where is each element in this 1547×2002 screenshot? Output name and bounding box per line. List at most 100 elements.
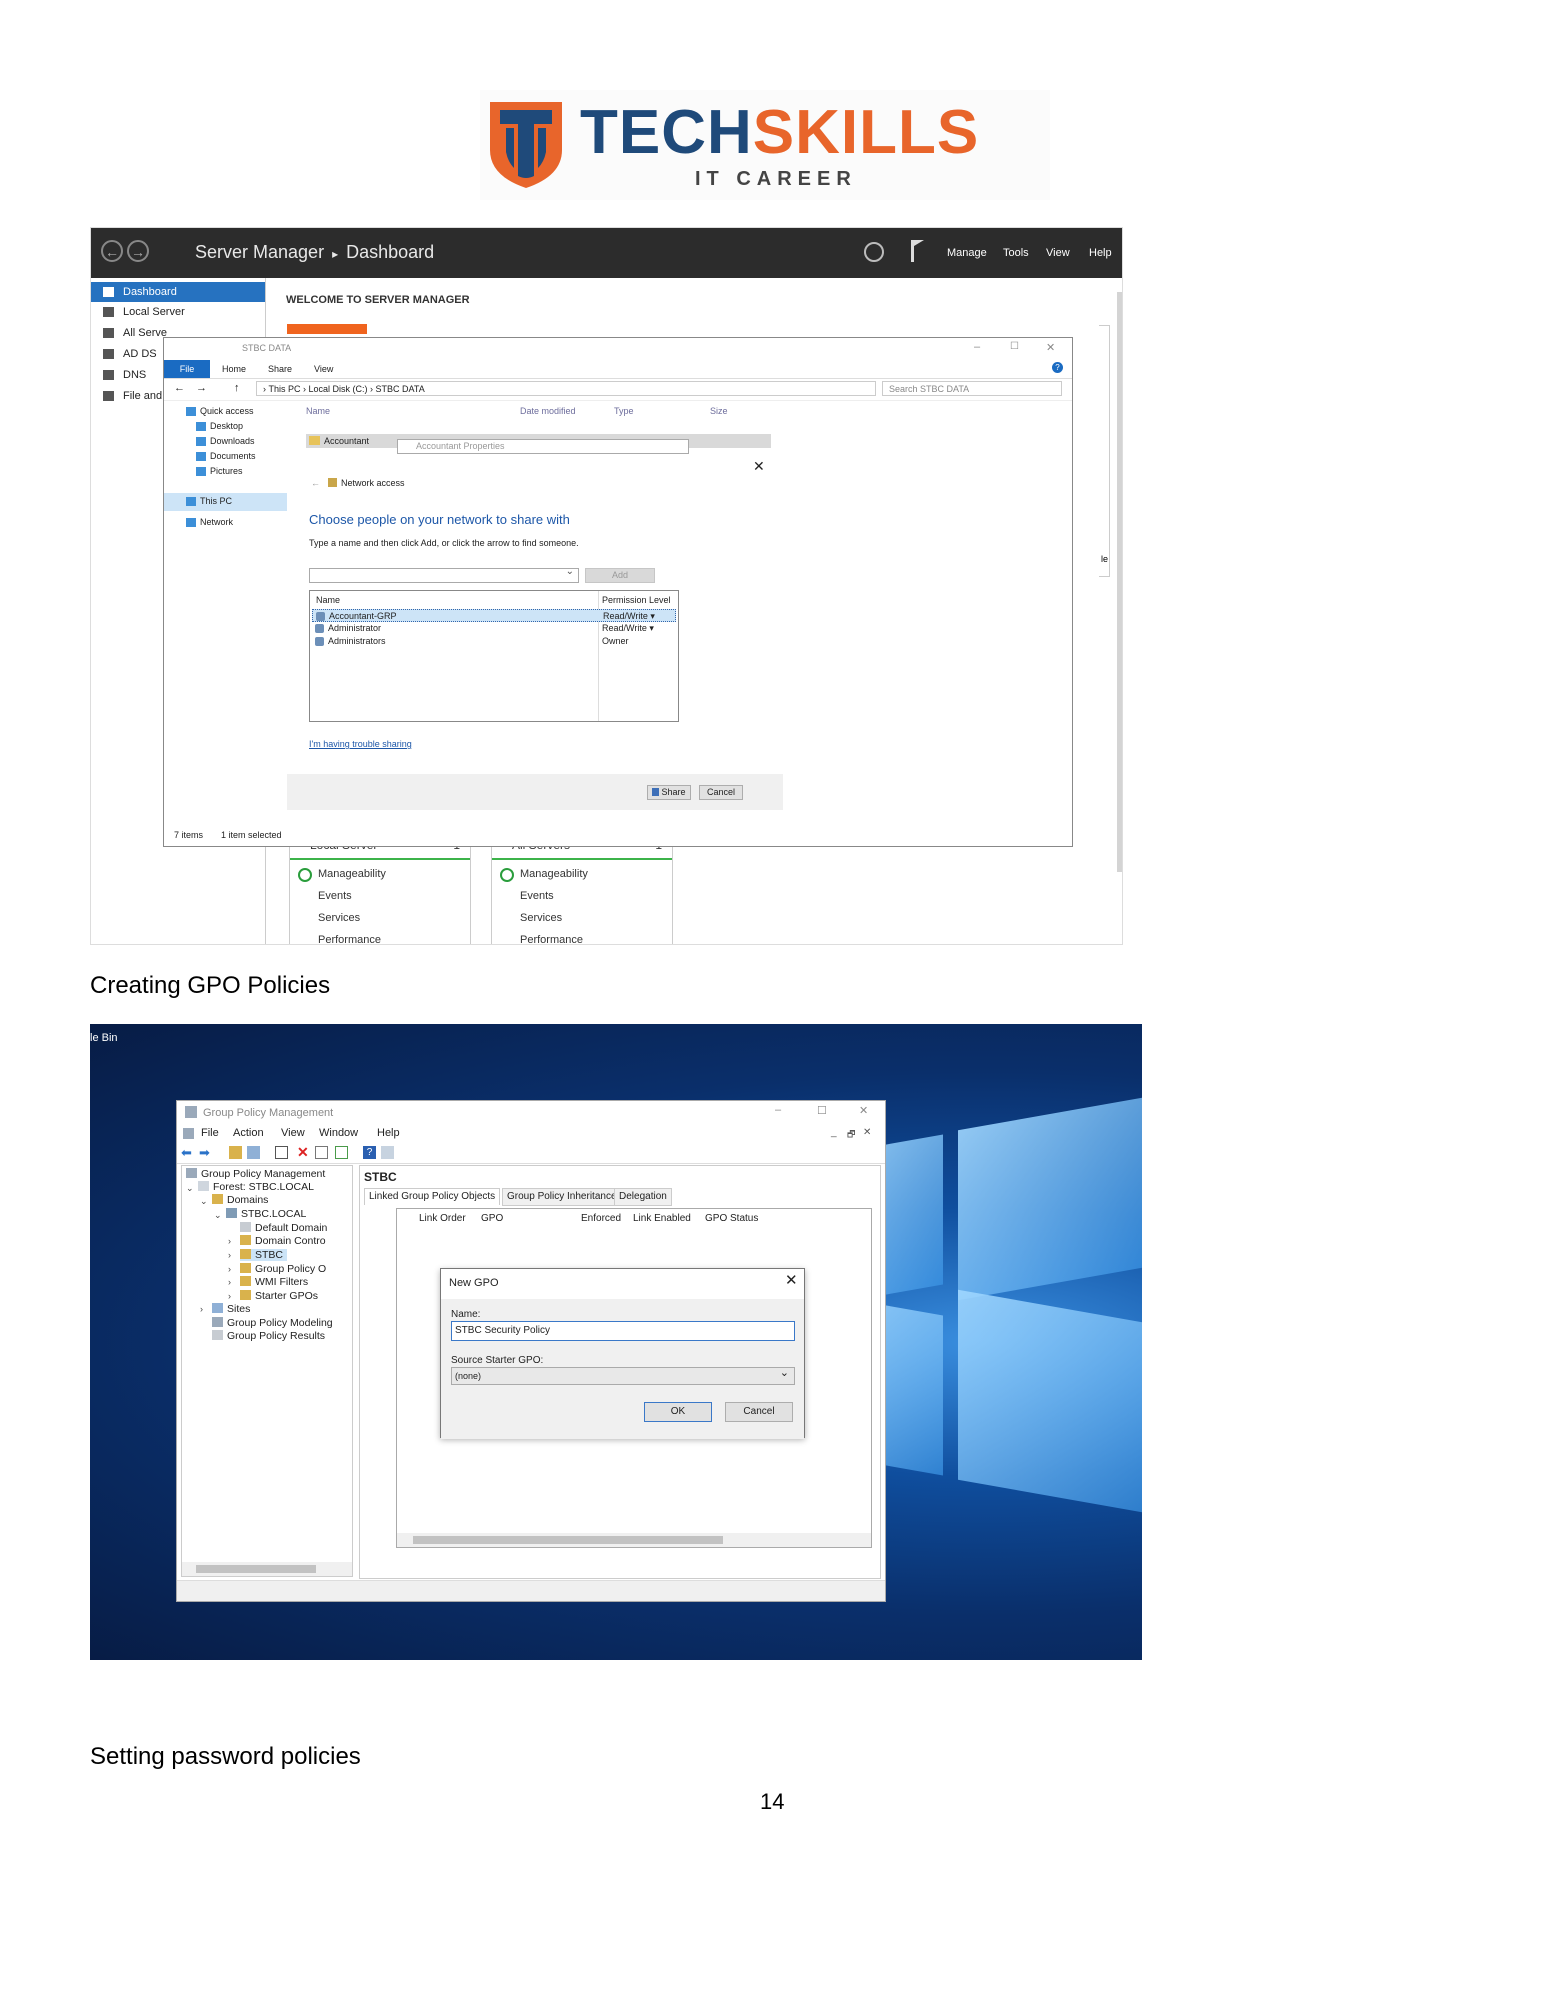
chevron-right-icon[interactable]: ›	[228, 1264, 231, 1274]
source-starter-select[interactable]: (none)	[451, 1365, 795, 1385]
add-button[interactable]: Add	[585, 568, 655, 583]
tile-row[interactable]: Performance	[318, 934, 381, 944]
tree-item-wmi-filters[interactable]: WMI Filters	[240, 1276, 308, 1288]
tile-row[interactable]: Services	[318, 912, 360, 924]
nav-network[interactable]: Network	[186, 517, 233, 527]
tile-row[interactable]: Events	[520, 890, 554, 902]
tree-item-gp-results[interactable]: Group Policy Results	[212, 1330, 325, 1342]
menu-help[interactable]: Help	[1089, 247, 1112, 259]
notification-flag-icon[interactable]	[911, 240, 924, 262]
nav-this-pc[interactable]: This PC	[186, 496, 232, 506]
delete-icon[interactable]: ✕	[297, 1145, 310, 1159]
tree-item-gpm-root[interactable]: Group Policy Management	[186, 1168, 325, 1180]
address-bar[interactable]: › This PC › Local Disk (C:) › STBC DATA	[256, 381, 876, 396]
tile-all-servers[interactable]: All Servers1 Manageability Events Servic…	[491, 838, 673, 944]
child-restore-icon[interactable]: 🗗	[847, 1127, 855, 1143]
column-link-order[interactable]: Link Order	[419, 1213, 466, 1224]
menu-help[interactable]: Help	[377, 1127, 400, 1139]
tree-item-stbc[interactable]: STBC	[240, 1249, 288, 1261]
nav-pictures[interactable]: Pictures	[196, 466, 243, 476]
ok-button[interactable]: OK	[644, 1402, 712, 1422]
chevron-down-icon[interactable]: ⌄	[214, 1210, 222, 1221]
back-arrow-icon[interactable]: ←	[101, 240, 123, 262]
maximize-icon[interactable]: ☐	[817, 1104, 827, 1117]
recycle-bin-label[interactable]: le Bin	[90, 1032, 118, 1044]
tab-home[interactable]: Home	[222, 360, 246, 378]
tree-item-group-policy-objects[interactable]: Group Policy O	[240, 1263, 326, 1275]
child-close-icon[interactable]: ✕	[863, 1127, 871, 1138]
share-button[interactable]: Share	[647, 785, 691, 800]
tab-share[interactable]: Share	[268, 360, 292, 378]
console-icon[interactable]	[381, 1146, 394, 1159]
menu-window[interactable]: Window	[319, 1127, 358, 1139]
tree-item-forest[interactable]: Forest: STBC.LOCAL	[198, 1181, 314, 1193]
list-item[interactable]: Administrators Owner	[312, 635, 676, 648]
column-name[interactable]: Name	[316, 595, 340, 605]
child-minimize-icon[interactable]: _	[831, 1127, 837, 1138]
forward-arrow-icon[interactable]: ➡	[199, 1146, 212, 1159]
close-icon[interactable]: ✕	[859, 1104, 868, 1117]
column-permission-level[interactable]: Permission Level	[602, 595, 671, 605]
tab-delegation[interactable]: Delegation	[614, 1188, 672, 1206]
properties-icon[interactable]	[315, 1146, 328, 1159]
back-arrow-icon[interactable]: ←	[311, 478, 320, 488]
tree-item-domain[interactable]: STBC.LOCAL	[226, 1208, 306, 1220]
quick-start-tab[interactable]	[287, 324, 367, 334]
nav-desktop[interactable]: Desktop	[196, 421, 243, 431]
chevron-right-icon[interactable]: ›	[228, 1236, 231, 1246]
tab-view[interactable]: View	[314, 360, 333, 378]
chevron-down-icon[interactable]: ⌄	[200, 1196, 208, 1207]
chevron-down-icon[interactable]: ⌄	[186, 1183, 194, 1194]
cancel-button[interactable]: Cancel	[725, 1402, 793, 1422]
up-arrow-icon[interactable]: ↑	[234, 382, 240, 394]
help-icon[interactable]: ?	[363, 1146, 376, 1159]
tree-item-default-domain-policy[interactable]: Default Domain	[240, 1222, 327, 1234]
nav-quick-access[interactable]: Quick access	[186, 406, 254, 416]
gpo-name-input[interactable]: STBC Security Policy	[451, 1321, 795, 1341]
nav-downloads[interactable]: Downloads	[196, 436, 255, 446]
close-icon[interactable]: ✕	[1046, 341, 1055, 354]
tile-row[interactable]: Manageability	[318, 868, 386, 880]
horizontal-scrollbar[interactable]	[182, 1562, 352, 1576]
menu-tools[interactable]: Tools	[1003, 247, 1029, 259]
show-hide-tree-icon[interactable]	[247, 1146, 260, 1159]
sidebar-item-dashboard[interactable]: Dashboard	[91, 282, 265, 302]
forward-arrow-icon[interactable]: →	[127, 240, 149, 262]
close-icon[interactable]: ✕	[785, 1271, 798, 1289]
column-name[interactable]: Name	[306, 406, 330, 416]
menu-manage[interactable]: Manage	[947, 247, 987, 259]
trouble-sharing-link[interactable]: I'm having trouble sharing	[309, 739, 412, 749]
column-date-modified[interactable]: Date modified	[520, 406, 576, 416]
tile-row[interactable]: Performance	[520, 934, 583, 944]
column-size[interactable]: Size	[710, 406, 728, 416]
list-item[interactable]: Administrator Read/Write ▾	[312, 622, 676, 635]
chevron-right-icon[interactable]: ›	[228, 1277, 231, 1287]
list-item[interactable]: Accountant-GRP Read/Write ▾	[312, 609, 676, 622]
column-type[interactable]: Type	[614, 406, 634, 416]
menu-file[interactable]: File	[201, 1127, 219, 1139]
back-arrow-icon[interactable]: ⬅	[181, 1146, 194, 1159]
horizontal-scrollbar[interactable]	[397, 1533, 871, 1547]
tab-gp-inheritance[interactable]: Group Policy Inheritance	[502, 1188, 622, 1206]
column-enforced[interactable]: Enforced	[581, 1213, 621, 1224]
minimize-icon[interactable]: –	[974, 341, 980, 353]
minimize-icon[interactable]: –	[775, 1104, 781, 1116]
user-name-combobox[interactable]	[309, 566, 579, 583]
refresh-icon[interactable]	[335, 1146, 348, 1159]
column-link-enabled[interactable]: Link Enabled	[633, 1213, 691, 1224]
maximize-icon[interactable]: ☐	[1010, 341, 1019, 352]
menu-view[interactable]: View	[1046, 247, 1070, 259]
menu-action[interactable]: Action	[233, 1127, 264, 1139]
tree-item-domains[interactable]: Domains	[212, 1194, 268, 1206]
tab-linked-gpos[interactable]: Linked Group Policy Objects	[364, 1188, 501, 1205]
column-gpo[interactable]: GPO	[481, 1213, 503, 1224]
up-folder-icon[interactable]	[229, 1146, 242, 1159]
scrollbar-thumb[interactable]	[413, 1536, 723, 1544]
refresh-icon[interactable]	[864, 242, 884, 262]
chevron-right-icon[interactable]: ›	[228, 1291, 231, 1301]
search-input[interactable]: Search STBC DATA	[882, 381, 1062, 396]
column-gpo-status[interactable]: GPO Status	[705, 1213, 758, 1224]
tile-row[interactable]: Services	[520, 912, 562, 924]
tree-item-gp-modeling[interactable]: Group Policy Modeling	[212, 1317, 333, 1329]
nav-documents[interactable]: Documents	[196, 451, 256, 461]
